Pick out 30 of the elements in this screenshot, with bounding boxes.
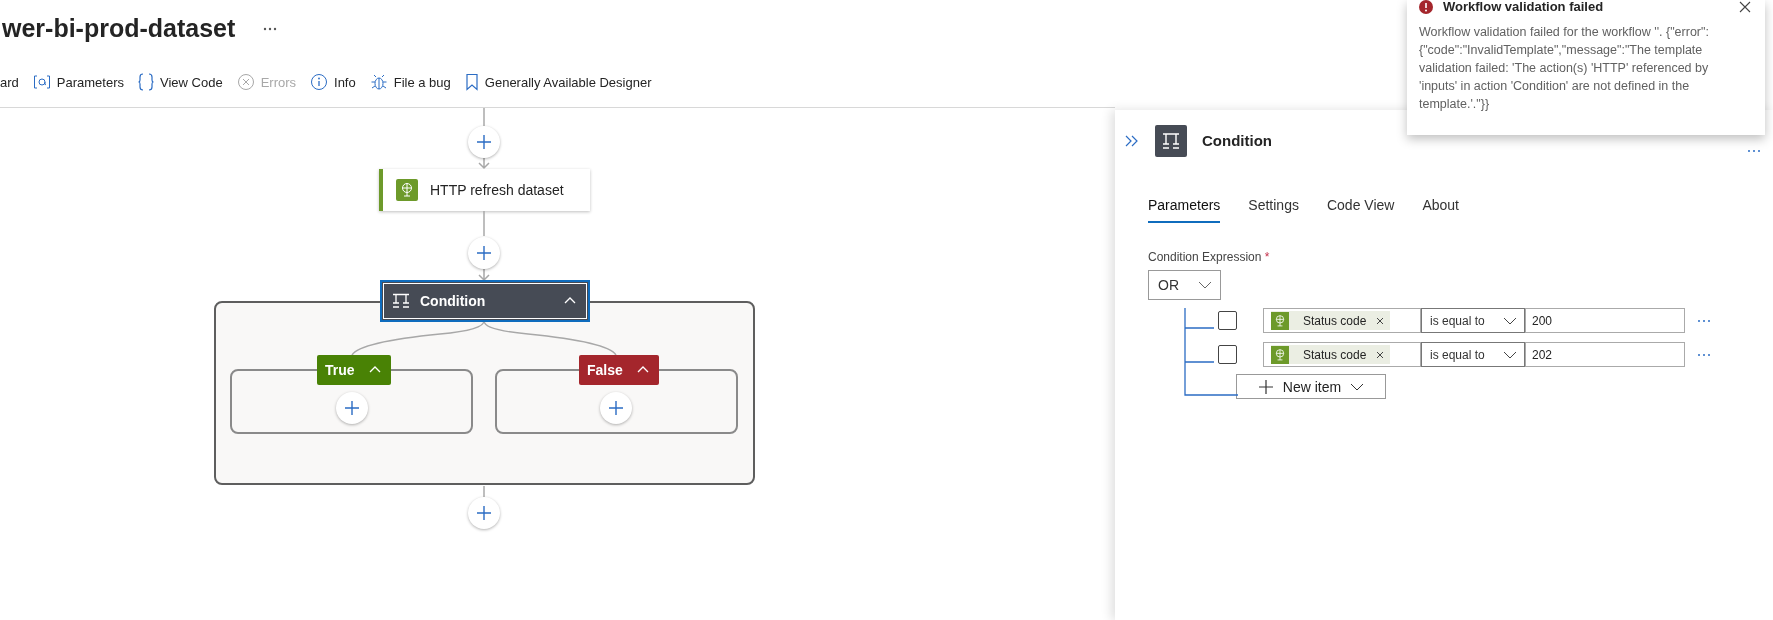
panel-tab[interactable]: Code View xyxy=(1326,197,1395,223)
toolbar-button[interactable]: File a bug xyxy=(369,73,451,91)
toast-message: Workflow validation failed for the workflow ''. {"error":{"code":"InvalidTemplate","message":"The template validation failed: 'The action(s) 'HTTP' referenced by 'inputs' in action 'Condition' are not defined in the template.'."}} xyxy=(1419,24,1710,113)
operator-dropdown[interactable]: is equal to xyxy=(1421,308,1525,333)
token-chip[interactable]: Status code xyxy=(1271,311,1391,330)
panel-title: Condition xyxy=(1202,132,1273,149)
value-field[interactable]: 200 xyxy=(1525,308,1685,333)
operator-dropdown[interactable]: is equal to xyxy=(1421,342,1525,367)
new-item-button[interactable]: New item xyxy=(1236,374,1386,399)
group-operator-dropdown[interactable]: OR xyxy=(1148,270,1221,300)
operand-field[interactable]: Status code xyxy=(1263,308,1421,333)
branch-label[interactable]: False xyxy=(579,355,659,385)
action-title: HTTP refresh dataset xyxy=(430,182,564,198)
toolbar-button[interactable]: Parameters xyxy=(32,74,124,90)
branch-label[interactable]: True xyxy=(317,355,391,385)
toolbar-button[interactable]: ard xyxy=(0,74,19,90)
panel-tab[interactable]: Parameters xyxy=(1148,197,1221,223)
toolbar-button[interactable]: Generally Available Designer xyxy=(464,73,652,91)
panel-tab[interactable]: About xyxy=(1422,197,1459,223)
operand-field[interactable]: Status code xyxy=(1263,342,1421,367)
panel-tab[interactable]: Settings xyxy=(1248,197,1299,223)
workflow-title: wer-bi-prod-dataset xyxy=(2,14,236,43)
toolbar-button[interactable]: Info xyxy=(310,73,356,91)
token-chip[interactable]: Status code xyxy=(1271,345,1391,364)
condition-card[interactable]: Condition xyxy=(380,280,590,322)
toast-title: Workflow validation failed xyxy=(1443,0,1605,14)
value-field[interactable]: 202 xyxy=(1525,342,1685,367)
action-card[interactable]: HTTP refresh dataset xyxy=(379,169,590,211)
field-label: Condition Expression * xyxy=(1148,250,1271,264)
toolbar-button[interactable]: View Code xyxy=(138,73,223,91)
